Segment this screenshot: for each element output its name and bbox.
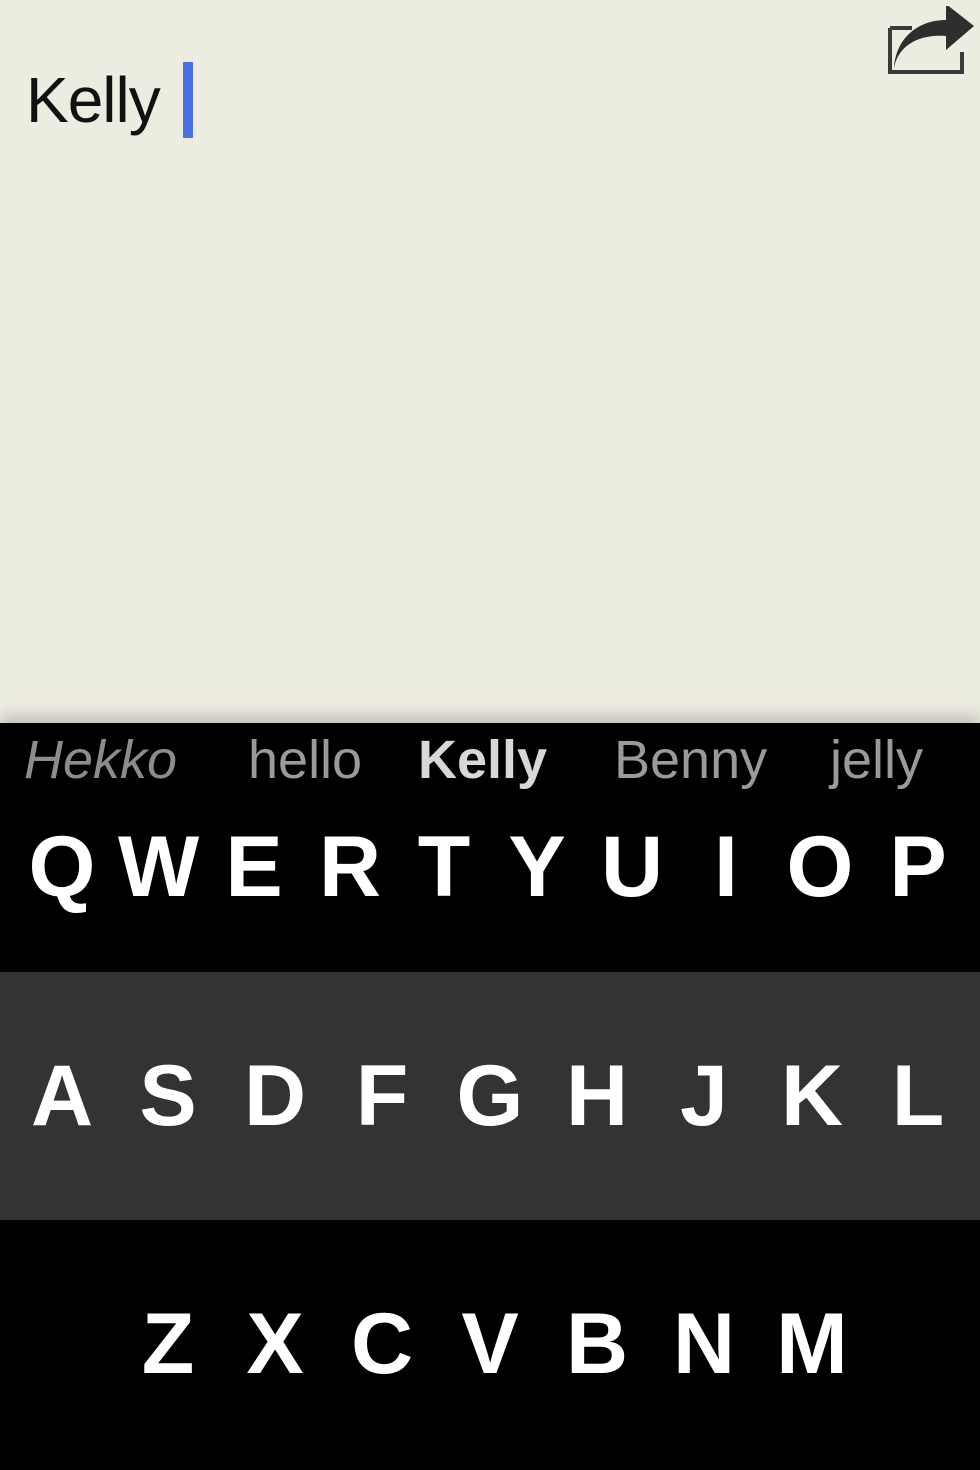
- key-f[interactable]: F: [342, 1046, 422, 1146]
- key-row-3: Z X C V B N M: [0, 1220, 980, 1470]
- key-r[interactable]: R: [310, 817, 390, 917]
- key-w[interactable]: W: [118, 817, 199, 917]
- key-b[interactable]: B: [557, 1294, 637, 1394]
- key-z[interactable]: Z: [128, 1294, 208, 1394]
- key-h[interactable]: H: [557, 1046, 637, 1146]
- key-j[interactable]: J: [664, 1046, 744, 1146]
- keyboard: Hekko hello Kelly Benny jelly Q W E R T …: [0, 723, 980, 1470]
- suggestion-hello[interactable]: hello: [248, 727, 362, 793]
- suggestion-benny[interactable]: Benny: [614, 727, 767, 793]
- key-x[interactable]: X: [235, 1294, 315, 1394]
- key-i[interactable]: I: [686, 817, 766, 917]
- key-p[interactable]: P: [878, 817, 958, 917]
- key-s[interactable]: S: [128, 1046, 208, 1146]
- editor-text[interactable]: Kelly: [26, 62, 161, 138]
- text-editor[interactable]: Kelly: [0, 0, 980, 723]
- share-button[interactable]: [884, 4, 974, 76]
- key-n[interactable]: N: [664, 1294, 744, 1394]
- key-d[interactable]: D: [235, 1046, 315, 1146]
- key-e[interactable]: E: [214, 817, 294, 917]
- share-icon: [888, 4, 974, 74]
- key-row-2: A S D F G H J K L: [0, 972, 980, 1220]
- key-g[interactable]: G: [450, 1046, 530, 1146]
- text-caret: [183, 62, 193, 138]
- key-t[interactable]: T: [404, 817, 484, 917]
- key-o[interactable]: O: [780, 817, 860, 917]
- key-k[interactable]: K: [772, 1046, 852, 1146]
- key-m[interactable]: M: [772, 1294, 852, 1394]
- suggestion-kelly[interactable]: Kelly: [418, 727, 547, 793]
- key-v[interactable]: V: [450, 1294, 530, 1394]
- suggestion-hekko[interactable]: Hekko: [24, 727, 177, 793]
- suggestion-bar: Hekko hello Kelly Benny jelly: [0, 723, 980, 801]
- key-a[interactable]: A: [22, 1046, 102, 1146]
- key-u[interactable]: U: [592, 817, 672, 917]
- key-row-1: Q W E R T Y U I O P: [0, 801, 980, 972]
- key-l[interactable]: L: [878, 1046, 958, 1146]
- key-y[interactable]: Y: [497, 817, 577, 917]
- key-q[interactable]: Q: [22, 817, 102, 917]
- suggestion-jelly[interactable]: jelly: [830, 727, 923, 793]
- key-c[interactable]: C: [342, 1294, 422, 1394]
